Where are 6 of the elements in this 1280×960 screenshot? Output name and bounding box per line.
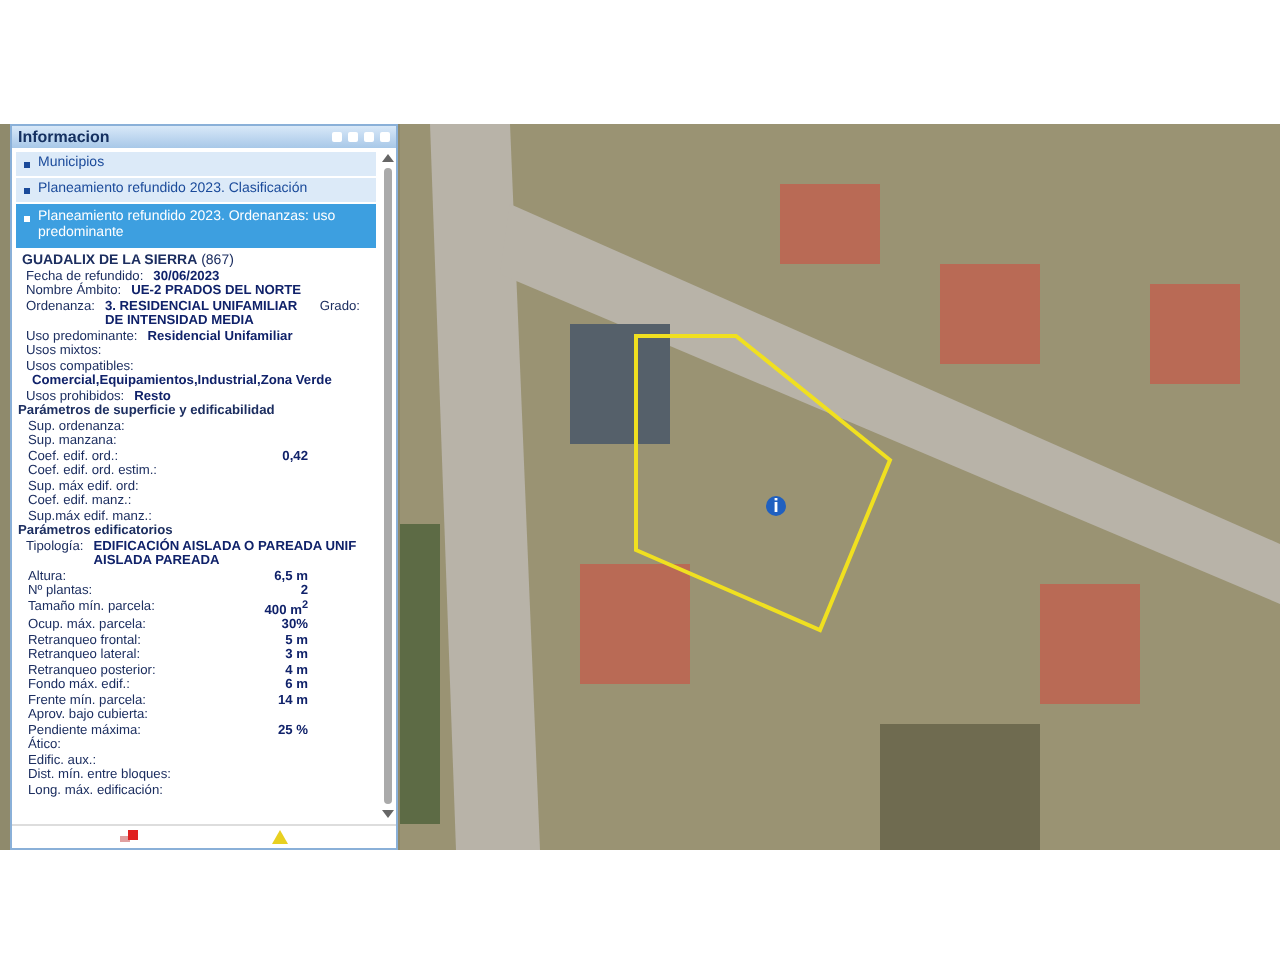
flag-icon[interactable] — [119, 830, 138, 844]
panel-title: Informacion — [18, 128, 110, 146]
scroll-down-icon[interactable] — [382, 810, 394, 818]
warning-icon[interactable] — [272, 830, 289, 844]
scroll-thumb[interactable] — [384, 168, 392, 804]
info-icon[interactable] — [766, 496, 786, 516]
